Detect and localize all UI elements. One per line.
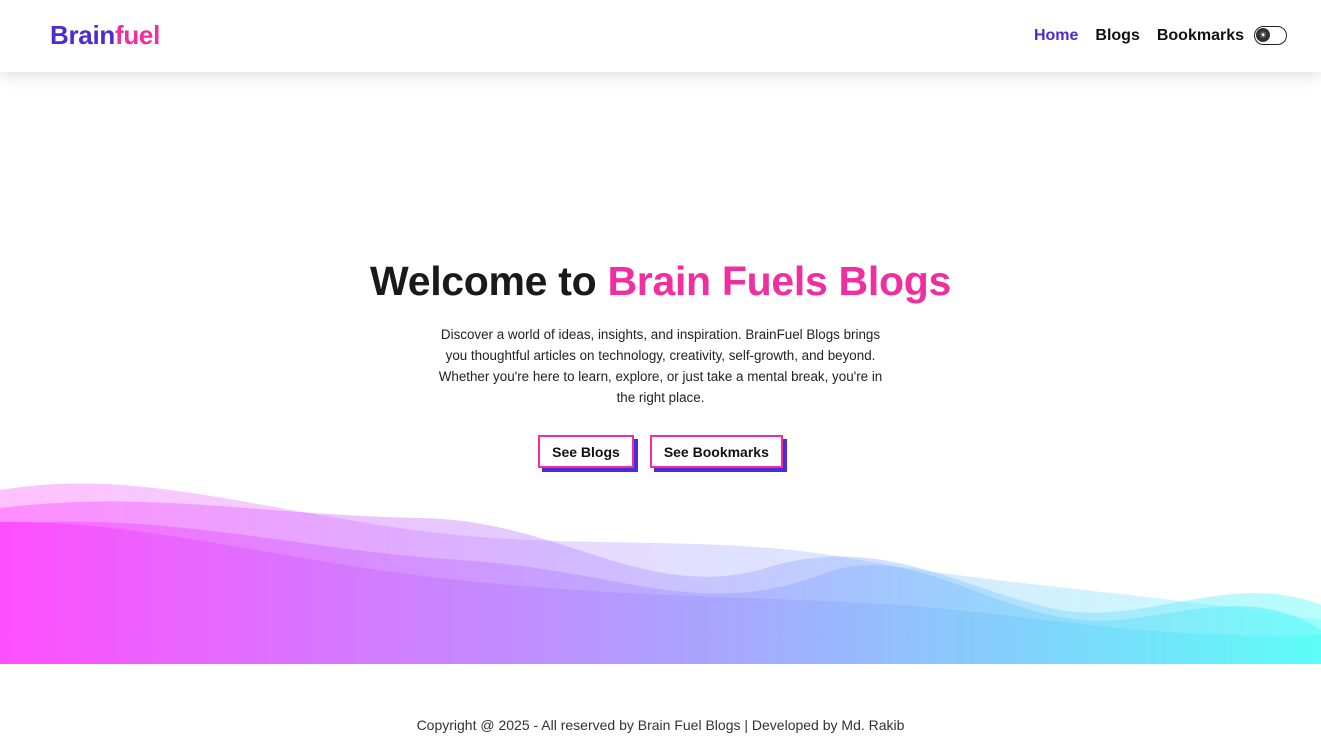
see-blogs-button[interactable]: See Blogs <box>538 435 634 468</box>
nav-link-bookmarks[interactable]: Bookmarks <box>1157 27 1244 45</box>
see-bookmarks-button[interactable]: See Bookmarks <box>649 435 783 468</box>
brand-logo[interactable]: Brainfuel <box>50 20 160 51</box>
brand-logo-part2: fuel <box>114 20 160 50</box>
navbar: Brainfuel Home Blogs Bookmarks ☀ <box>0 0 1321 72</box>
nav-links: Home Blogs Bookmarks ☀ <box>1034 26 1287 45</box>
decorative-waves <box>0 483 1321 664</box>
hero-title-prefix: Welcome to <box>370 258 597 304</box>
sun-icon: ☀ <box>1256 28 1270 42</box>
hero-description: Discover a world of ideas, insights, and… <box>438 327 883 405</box>
hero-title: Welcome to Brain Fuels Blogs <box>0 258 1321 305</box>
footer: Copyright @ 2025 - All reserved by Brain… <box>0 717 1321 733</box>
theme-toggle[interactable]: ☀ <box>1254 26 1287 45</box>
nav-link-blogs[interactable]: Blogs <box>1095 27 1139 45</box>
footer-copyright: Copyright @ 2025 - All reserved by Brain… <box>416 717 905 733</box>
hero-buttons: See Blogs See Bookmarks <box>0 435 1321 468</box>
brand-logo-part1: Brain <box>50 20 115 50</box>
hero-section: Welcome to Brain Fuels Blogs Discover a … <box>0 258 1321 468</box>
nav-link-home[interactable]: Home <box>1034 27 1078 45</box>
hero-title-highlight: Brain Fuels Blogs <box>607 258 951 304</box>
